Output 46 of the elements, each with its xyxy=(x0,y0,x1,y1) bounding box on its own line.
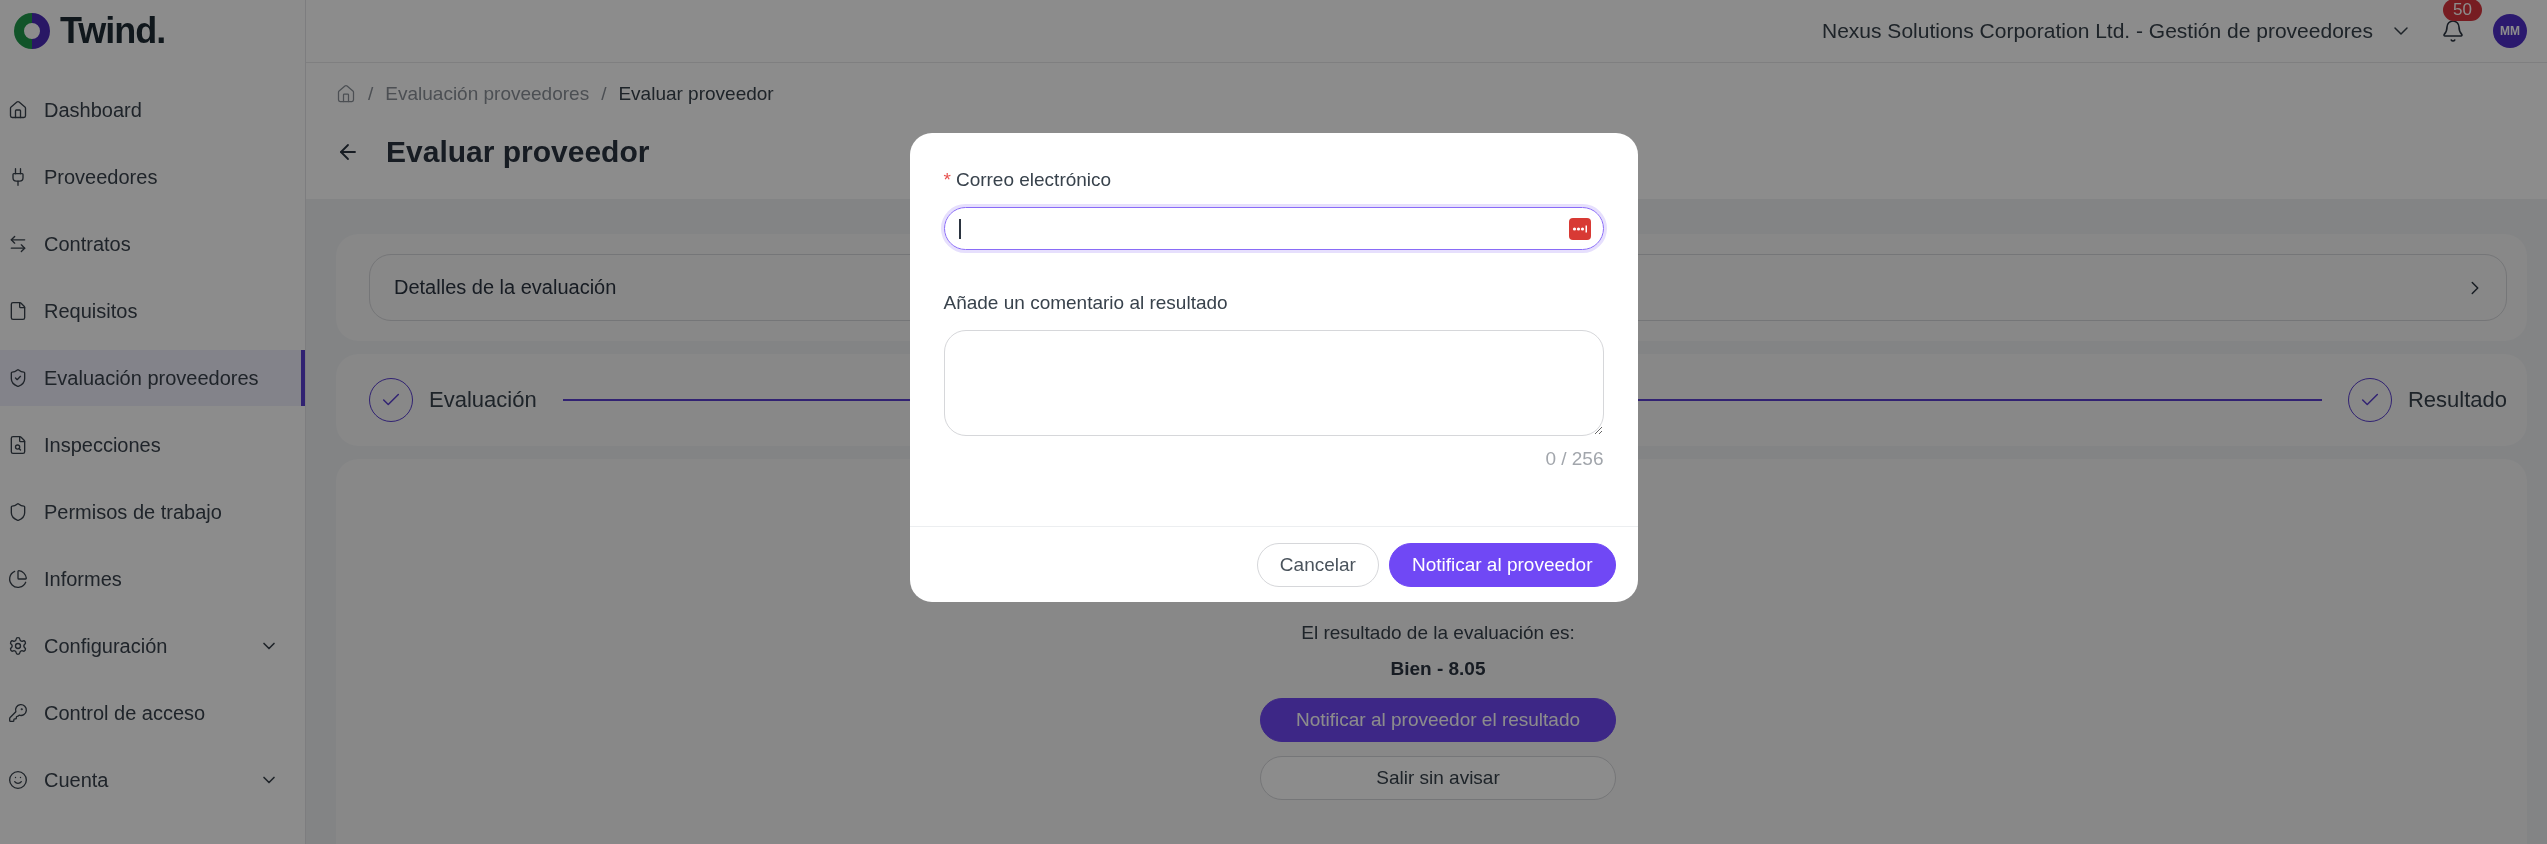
organization-selector[interactable]: Nexus Solutions Corporation Ltd. - Gestión de proveedores xyxy=(1822,19,2413,43)
breadcrumb-current: Evaluar proveedor xyxy=(618,83,774,105)
sidebar-item[interactable]: Proveedores xyxy=(0,149,305,205)
document-search-icon xyxy=(8,435,28,455)
breadcrumb-separator: / xyxy=(601,83,607,105)
step-label: Evaluación xyxy=(429,387,537,413)
home-icon xyxy=(8,100,28,120)
notify-button[interactable]: Notificar al proveedor el resultado xyxy=(1260,698,1616,742)
field-label: Correo electrónico xyxy=(955,169,1112,191)
cancel-button[interactable]: Cancelar xyxy=(1256,543,1379,587)
sidebar-item[interactable]: Control de acceso xyxy=(0,685,305,741)
sidebar-item[interactable]: Contratos xyxy=(0,216,305,272)
notification-count: 50 xyxy=(2443,0,2482,21)
key-icon xyxy=(8,703,28,723)
result-value: Bien - 8.05 xyxy=(1390,658,1486,680)
home-icon[interactable] xyxy=(336,84,356,104)
sidebar-item[interactable]: Permisos de trabajo xyxy=(0,484,305,540)
page-title: Evaluar proveedor xyxy=(386,135,650,169)
sidebar-item[interactable]: Dashboard xyxy=(0,82,305,138)
sidebar-item[interactable]: Cuenta xyxy=(0,752,305,808)
required-mark: * xyxy=(943,169,951,191)
user-avatar[interactable]: MM xyxy=(2493,14,2527,48)
character-counter: 0 / 256 xyxy=(1545,448,1604,470)
field-label: Añade un comentario al resultado xyxy=(943,292,1228,314)
sidebar-item[interactable]: Inspecciones xyxy=(0,417,305,473)
shield-check-icon xyxy=(8,368,28,388)
shield-icon xyxy=(8,502,28,522)
sidebar-item[interactable]: Evaluación proveedores xyxy=(0,350,305,406)
notification-bell-icon[interactable] xyxy=(2441,19,2465,43)
sidebar-item[interactable]: Informes xyxy=(0,551,305,607)
document-icon xyxy=(8,301,28,321)
breadcrumb-link[interactable]: Evaluación proveedores xyxy=(385,83,590,105)
settings-icon xyxy=(8,636,28,656)
result-label: El resultado de la evaluación es: xyxy=(1301,622,1575,644)
sidebar-item[interactable]: Configuración xyxy=(0,618,305,674)
logo-text: Twind. xyxy=(60,10,166,52)
email-input-field[interactable] xyxy=(943,207,1604,250)
step-label: Resultado xyxy=(2407,387,2507,413)
exit-button[interactable]: Salir sin avisar xyxy=(1260,756,1616,800)
smiley-icon xyxy=(8,770,28,790)
pie-chart-icon xyxy=(8,569,28,589)
arrows-icon xyxy=(8,234,28,254)
breadcrumb-separator: / xyxy=(368,83,374,105)
notify-button[interactable]: Notificar al proveedor xyxy=(1388,543,1616,587)
password-manager-icon[interactable] xyxy=(1568,217,1591,240)
sidebar-item[interactable]: Requisitos xyxy=(0,283,305,339)
